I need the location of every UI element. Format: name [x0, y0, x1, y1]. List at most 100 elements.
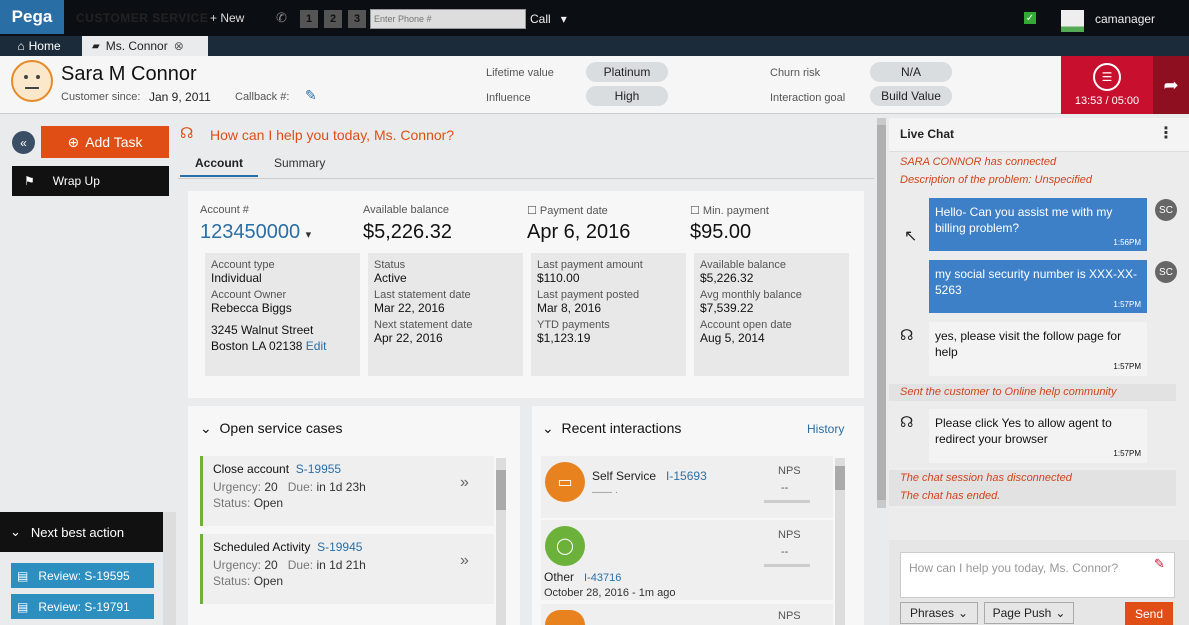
tab-customer[interactable]: ▰ Ms. Connor ⊗: [82, 36, 208, 56]
case-item[interactable]: Scheduled Activity S-19945 Urgency: 20 D…: [200, 534, 494, 604]
churn-risk-badge: N/A: [870, 62, 952, 82]
nps-bar: [764, 564, 810, 567]
customer-avatar: SC: [1155, 261, 1177, 283]
detail-value: Aug 5, 2014: [700, 331, 765, 345]
account-number-select[interactable]: 123450000 ▾: [200, 221, 311, 244]
review-label: Review: S-19595: [38, 568, 130, 583]
chevron-down-icon: ⌄: [10, 524, 21, 539]
edit-address-link[interactable]: Edit: [306, 339, 327, 353]
review-label: Review: S-19791: [38, 599, 130, 614]
customer-sentiment-icon: [11, 60, 53, 102]
status-label: Status:: [213, 496, 251, 510]
send-button[interactable]: Send: [1125, 602, 1173, 625]
interactions-scroll-thumb[interactable]: [835, 466, 845, 490]
detail-label: Status: [374, 259, 406, 271]
phrases-label: Phrases: [909, 606, 954, 620]
chevron-down-icon: ⌄: [957, 606, 969, 620]
chevron-down-icon: ▾: [560, 12, 567, 26]
detail-value: Apr 22, 2016: [374, 331, 443, 345]
interaction-title[interactable]: Other I-43716: [544, 570, 621, 584]
collapse-icon[interactable]: «: [12, 131, 35, 154]
plus-circle-icon: ⊕: [67, 133, 80, 150]
interaction-id-link[interactable]: I-43716: [584, 572, 621, 584]
customer-message: Hello- Can you assist me with my billing…: [929, 198, 1147, 251]
nps-label: NPS: [778, 529, 801, 541]
avatar[interactable]: [1061, 10, 1084, 32]
detail-label: Account open date: [700, 319, 792, 331]
close-icon[interactable]: ⊗: [174, 39, 184, 53]
interaction-title[interactable]: Self Service I-15693: [592, 469, 707, 483]
main-scroll-thumb[interactable]: [877, 125, 886, 500]
message-time: 1:57PM: [1113, 300, 1141, 310]
interaction-date: October 28, 2016 - 1m ago: [544, 587, 676, 599]
chevron-down-icon: ⌄: [1055, 606, 1066, 620]
line-1-button[interactable]: 1: [300, 10, 318, 28]
line-2-button[interactable]: 2: [324, 10, 342, 28]
tab-summary[interactable]: Summary: [274, 156, 325, 175]
chat-bubble-icon: ◯: [545, 526, 585, 566]
monitor-icon: ▭: [545, 462, 585, 502]
open-case-chevron-icon[interactable]: »: [460, 474, 469, 492]
urgency-value: 20: [264, 558, 278, 572]
phrases-dropdown[interactable]: Phrases ⌄: [900, 602, 978, 624]
chevron-down-icon: ⌄: [542, 420, 554, 436]
next-best-action-header[interactable]: ⌄ Next best action: [0, 512, 163, 552]
detail-value: Rebecca Biggs: [211, 301, 292, 315]
min-payment-label: Min. payment: [702, 205, 769, 217]
add-task-button[interactable]: ⊕ Add Task: [41, 126, 169, 158]
interaction-timer[interactable]: ☰ 13:53 / 05:00: [1061, 56, 1153, 114]
address-city: Boston LA 02138: [211, 339, 303, 353]
min-payment-checkbox[interactable]: ☐ Min. payment: [690, 204, 769, 217]
line-3-button[interactable]: 3: [348, 10, 366, 28]
history-link[interactable]: History: [807, 422, 844, 436]
tab-account[interactable]: Account: [180, 156, 258, 177]
page-push-dropdown[interactable]: Page Push ⌄: [984, 602, 1074, 624]
chat-bubble-icon: ☰: [1093, 63, 1121, 91]
more-options-icon[interactable]: ⋮: [1158, 123, 1174, 143]
open-cases-header[interactable]: ⌄ Open service cases: [200, 420, 342, 437]
system-message: The chat has ended.: [900, 490, 1001, 502]
influence-badge: High: [586, 86, 668, 106]
detail-label: Last payment amount: [537, 259, 643, 271]
username[interactable]: camanager: [1095, 12, 1155, 26]
payment-date-value: Apr 6, 2016: [527, 221, 631, 243]
interaction-goal-badge: Build Value: [870, 86, 952, 106]
status-value: Open: [253, 496, 284, 510]
detail-label: Last payment posted: [537, 289, 640, 301]
detail-label: Available balance: [700, 259, 787, 271]
call-button[interactable]: Call ▾: [530, 12, 567, 26]
case-id-link[interactable]: S-19955: [296, 462, 341, 476]
interaction-subtext: —— ·: [592, 487, 619, 498]
caret-down-icon: ▾: [305, 229, 312, 241]
available-balance-label: Available balance: [363, 204, 450, 216]
recent-interactions-header[interactable]: ⌄ Recent interactions: [542, 420, 681, 437]
detail-label: Account type: [211, 259, 275, 271]
case-id-link[interactable]: S-19945: [317, 540, 362, 554]
phone-input[interactable]: [370, 9, 526, 29]
detail-value: $1,123.19: [537, 331, 591, 345]
case-item[interactable]: Close account S-19955 Urgency: 20 Due: i…: [200, 456, 494, 526]
payment-date-checkbox[interactable]: ☐ Payment date: [527, 204, 608, 217]
pega-logo[interactable]: Pega: [0, 0, 64, 34]
detail-label: Last statement date: [374, 289, 471, 301]
detail-value: Active: [374, 271, 407, 285]
review-button-2[interactable]: ▤ Review: S-19791: [11, 594, 154, 619]
status-check-icon[interactable]: ✓: [1024, 12, 1036, 24]
pencil-icon[interactable]: ✎: [1154, 556, 1165, 572]
scrollbar[interactable]: [163, 512, 176, 625]
new-button[interactable]: + New: [210, 11, 244, 25]
detail-value: $110.00: [537, 271, 580, 285]
interaction-id-link[interactable]: I-15693: [666, 469, 707, 483]
transfer-arrow-icon[interactable]: ➦: [1153, 56, 1189, 114]
wrap-up-button[interactable]: ⚑ Wrap Up: [12, 166, 169, 196]
due-value: in 1d 21h: [316, 558, 366, 572]
pencil-icon[interactable]: ✎: [305, 87, 317, 104]
tab-home[interactable]: ⌂ Home: [0, 36, 78, 56]
review-button-1[interactable]: ▤ Review: S-19595: [11, 563, 154, 588]
address-street: 3245 Walnut Street: [211, 323, 314, 337]
cases-scroll-thumb[interactable]: [496, 470, 506, 510]
urgency-value: 20: [264, 480, 278, 494]
chat-input[interactable]: How can I help you today, Ms. Connor?: [900, 552, 1175, 598]
open-case-chevron-icon[interactable]: »: [460, 552, 469, 570]
customer-avatar: SC: [1155, 199, 1177, 221]
